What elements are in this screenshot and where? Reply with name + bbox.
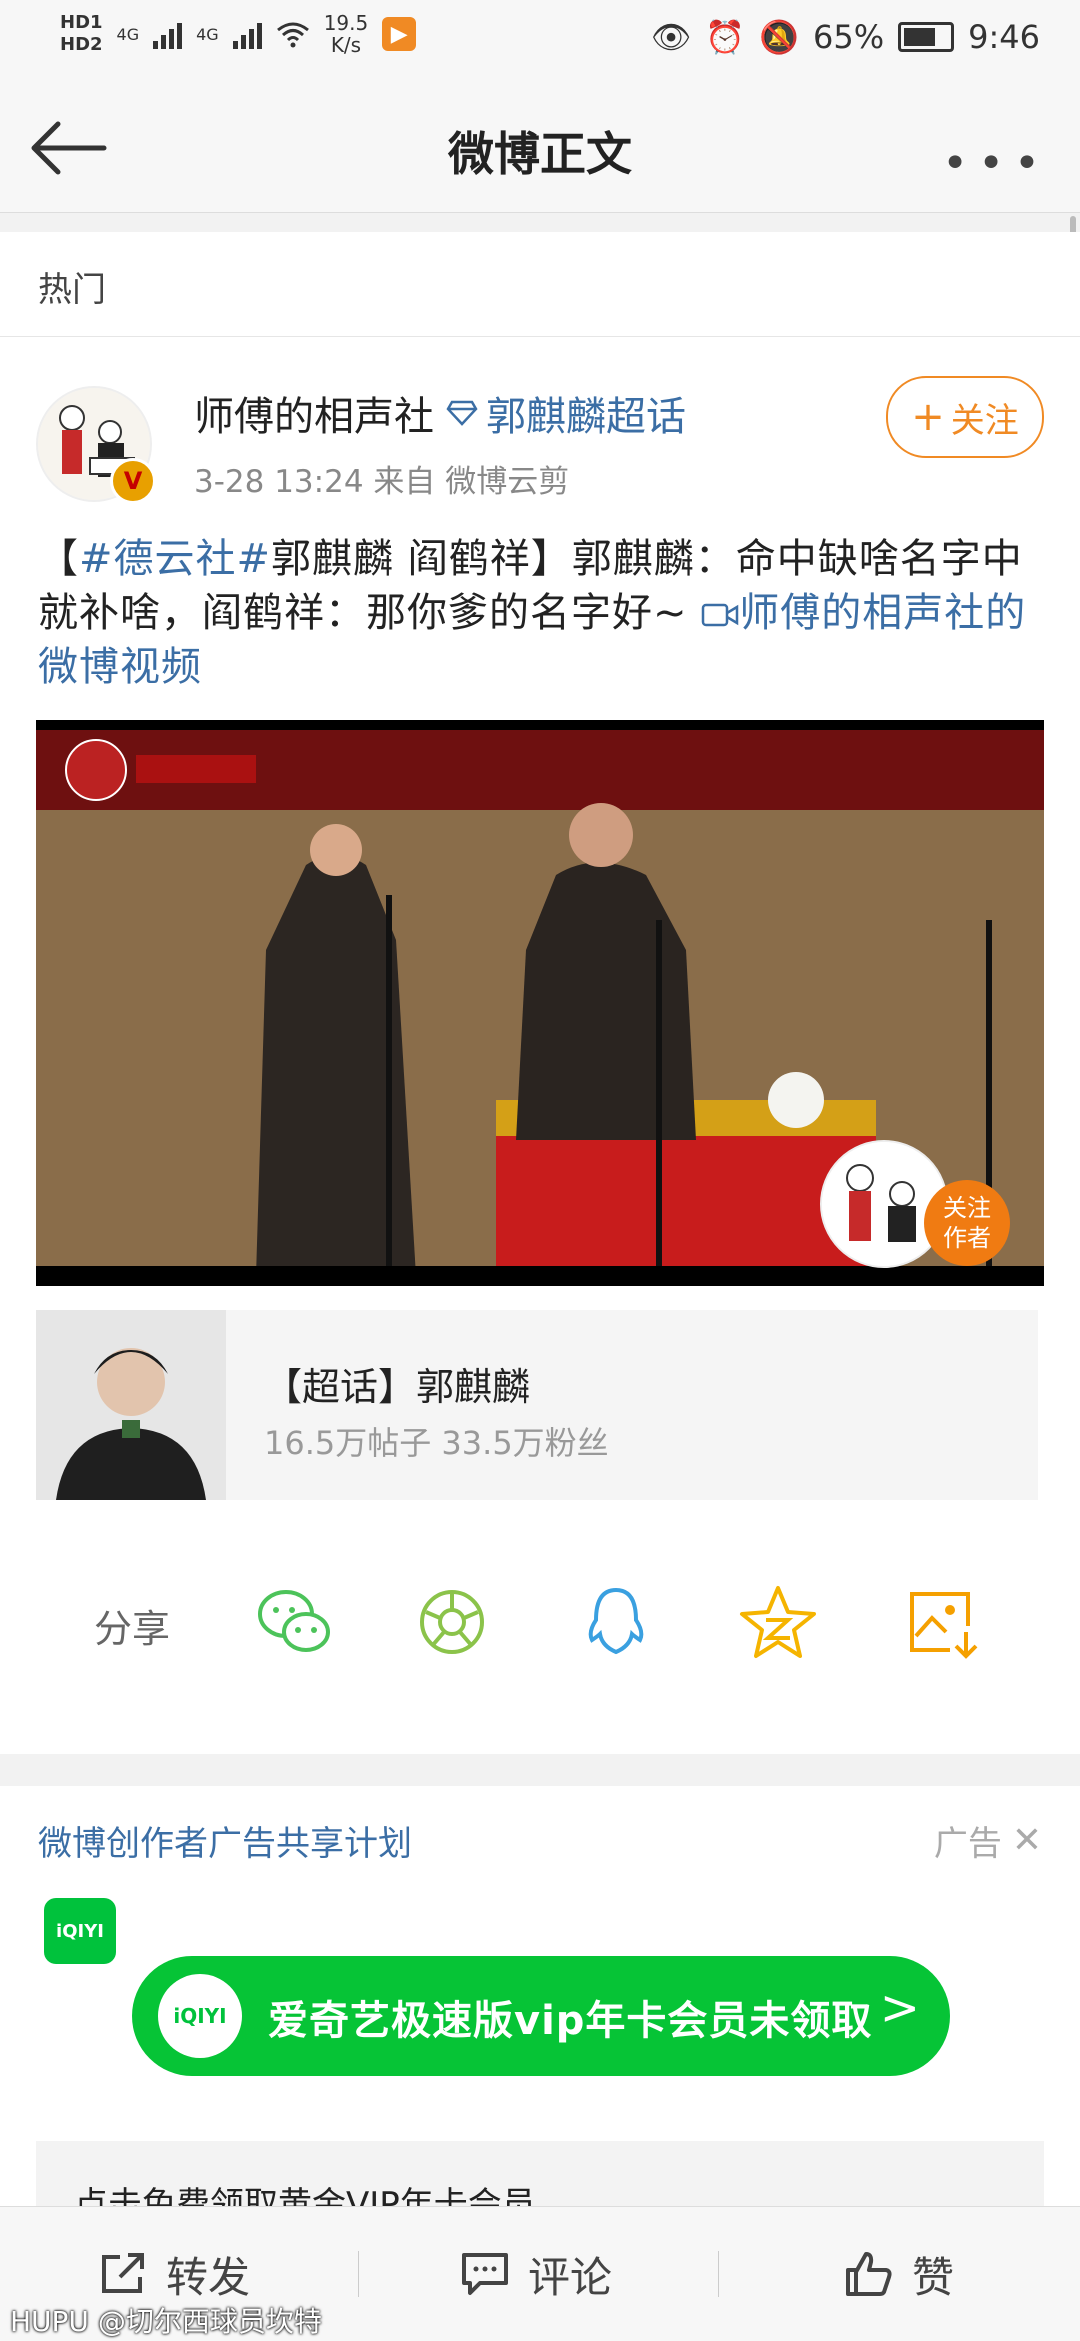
- page-title: 微博正文: [448, 127, 632, 181]
- mute-icon: 🔕: [759, 18, 800, 56]
- signal-bars-icon: [153, 19, 183, 49]
- net-speed-unit: K/s: [330, 33, 362, 57]
- video-camera-icon: [701, 603, 739, 627]
- signal-4g-label-2: 4G: [196, 24, 219, 44]
- battery-percent: 65%: [813, 18, 885, 56]
- person-portrait-icon: [36, 1310, 226, 1500]
- post-meta: 3-28 13:24 来自 微博云剪: [194, 464, 570, 500]
- close-ad-icon[interactable]: ✕: [1012, 1820, 1042, 1861]
- qzone-icon[interactable]: [736, 1580, 820, 1664]
- share-label: 分享: [94, 1607, 171, 1651]
- hashtag-link[interactable]: #德云社#: [79, 536, 271, 582]
- follow-label: 关注: [950, 400, 1019, 441]
- video-follow-line2: 作者: [943, 1224, 991, 1252]
- watermark: HUPU @切尔西球员坎特: [10, 2305, 322, 2338]
- author-line: 师傅的相声社 郭麒麟超话: [194, 384, 686, 442]
- super-topic-link[interactable]: 郭麒麟超话: [446, 384, 686, 442]
- super-topic-image: [36, 1310, 226, 1500]
- ad-sub-card[interactable]: 点击免费领取黄金VIP年卡会员: [36, 2141, 1044, 2211]
- post-content: 【#德云社#郭麒麟 阎鹤祥】郭麒麟：命中缺啥名字中就补啥，阎鹤祥：那你爹的名字好…: [38, 532, 1048, 694]
- section-label-hot: 热门: [38, 270, 106, 310]
- comment-label: 评论: [528, 2252, 613, 2302]
- super-topic-stats: 16.5万帖子 33.5万粉丝: [264, 1424, 609, 1462]
- post-card: 热门 V 师傅的相声社 郭麒麟超话 3-28 13:24 来自 微博云剪 + 关…: [0, 232, 1080, 1754]
- iqiyi-banner-icon: iQIYI: [158, 1974, 242, 2058]
- author-name[interactable]: 师傅的相声社: [194, 384, 434, 442]
- eye-icon: 👁: [650, 18, 692, 56]
- repost-label: 转发: [166, 2252, 251, 2302]
- comment-icon: [462, 2253, 508, 2295]
- more-options-icon[interactable]: •••: [942, 138, 1050, 189]
- repost-icon: [102, 2253, 144, 2293]
- ad-tag: 广告 ✕: [934, 1816, 1042, 1865]
- thumbs-up-icon: [846, 2252, 892, 2296]
- verified-badge-icon: V: [110, 458, 156, 504]
- share-row: 分享: [0, 1572, 1080, 1672]
- net-speed-value: 19.5: [323, 11, 369, 35]
- divider: [718, 2251, 719, 2297]
- ad-banner[interactable]: iQIYI 爱奇艺极速版vip年卡会员未领取 >: [132, 1956, 950, 2076]
- wechat-icon[interactable]: [252, 1580, 336, 1664]
- hd1-label: HD1: [60, 12, 103, 33]
- wifi-icon: [276, 22, 309, 48]
- hd2-label: HD2: [60, 34, 103, 55]
- nav-bar: 微博正文 •••: [0, 80, 1080, 213]
- like-label: 赞: [912, 2252, 955, 2302]
- signal-bars-icon-2: [232, 19, 262, 49]
- clock: 9:46: [968, 18, 1040, 56]
- qq-icon[interactable]: [574, 1580, 658, 1664]
- iqiyi-logo: iQIYI: [44, 1898, 116, 1964]
- follow-button[interactable]: + 关注: [886, 376, 1044, 458]
- divider: [0, 336, 1080, 337]
- super-topic-card[interactable]: 【超话】郭麒麟 16.5万帖子 33.5万粉丝: [36, 1310, 1038, 1500]
- content-bracket: 【: [38, 536, 79, 582]
- signal-4g-label-1: 4G: [116, 24, 140, 44]
- status-bar: HD1 HD2 4G 4G 19.5 K/s ▶ 👁 ⏰ 🔕 65% 9:46: [0, 0, 1080, 80]
- plus-icon: +: [911, 394, 945, 440]
- super-topic-label: 郭麒麟超话: [486, 394, 686, 440]
- ad-title: 微博创作者广告共享计划: [38, 1824, 412, 1864]
- status-bar-left: HD1 HD2 4G 4G 19.5 K/s ▶: [60, 12, 417, 56]
- diamond-icon: [446, 400, 478, 426]
- battery-icon: [898, 22, 955, 52]
- save-image-icon[interactable]: [900, 1580, 984, 1664]
- divider: [358, 2251, 359, 2297]
- status-bar-right: 👁 ⏰ 🔕 65% 9:46: [651, 18, 1040, 56]
- net-speed: 19.5 K/s: [324, 12, 369, 56]
- video-follow-author-button[interactable]: 关注 作者: [924, 1180, 1010, 1266]
- video-follow-line1: 关注: [943, 1194, 991, 1222]
- super-topic-name: 【超话】郭麒麟: [264, 1365, 531, 1409]
- like-button[interactable]: 赞: [844, 2207, 954, 2341]
- alarm-icon: ⏰: [705, 18, 746, 56]
- chevron-right-icon: >: [879, 1980, 920, 2036]
- ad-banner-text: 爱奇艺极速版vip年卡会员未领取: [268, 1998, 873, 2044]
- moments-icon[interactable]: [410, 1580, 494, 1664]
- comment-button[interactable]: 评论: [460, 2207, 612, 2341]
- app-notification-icon: ▶: [382, 17, 417, 51]
- ad-label: 广告: [933, 1824, 1002, 1864]
- ad-card[interactable]: 微博创作者广告共享计划 广告 ✕ iQIYI iQIYI 爱奇艺极速版vip年卡…: [0, 1786, 1080, 2211]
- hd-indicator: HD1 HD2: [60, 12, 103, 56]
